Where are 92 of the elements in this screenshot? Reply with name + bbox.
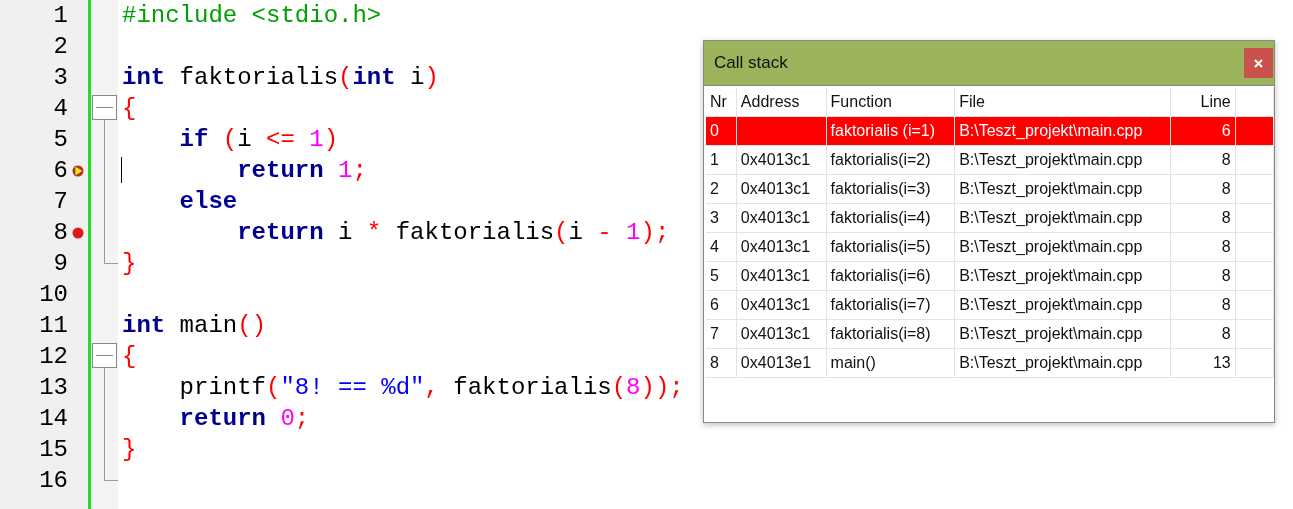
table-cell: faktorialis(i=7) (830, 296, 931, 313)
table-cell: B:\Teszt_projekt\main.cpp (959, 122, 1143, 139)
code-line: if (i <= 1) (178, 125, 339, 155)
current-line-arrow-icon[interactable] (72, 164, 84, 177)
table-cell: B:\Teszt_projekt\main.cpp (959, 238, 1143, 255)
table-cell: 4 (710, 238, 719, 255)
table-cell: B:\Teszt_projekt\main.cpp (959, 354, 1143, 371)
call-stack-row[interactable]: 6 0x4013c1 faktorialis(i=7) B:\Teszt_projekt\main.cpp 8 (706, 290, 1274, 320)
line-number: 14 (38, 405, 68, 432)
table-cell: faktorialis(i=8) (830, 325, 931, 342)
column-header[interactable]: Nr (706, 88, 737, 117)
call-stack-row[interactable]: 4 0x4013c1 faktorialis(i=5) B:\Teszt_projekt\main.cpp 8 (706, 232, 1274, 262)
table-cell: B:\Teszt_projekt\main.cpp (959, 180, 1143, 197)
code-line: return 1; (236, 156, 367, 186)
call-stack-row[interactable]: 3 0x4013c1 faktorialis(i=4) B:\Teszt_projekt\main.cpp 8 (706, 203, 1274, 233)
table-cell: faktorialis(i=6) (830, 267, 931, 284)
table-cell: 0x4013c1 (740, 151, 811, 168)
line-number: 9 (52, 250, 68, 277)
code-line: int faktorialis(int i) (121, 63, 439, 93)
table-cell: 1 (710, 151, 719, 168)
line-number: 3 (52, 64, 68, 91)
code-line: return 0; (178, 404, 310, 434)
call-stack-row[interactable]: 5 0x4013c1 faktorialis(i=6) B:\Teszt_projekt\main.cpp 8 (706, 261, 1274, 291)
line-number: 4 (52, 95, 68, 122)
table-cell: faktorialis(i=3) (830, 180, 931, 197)
code-line: } (121, 249, 137, 279)
code-line: int main() (121, 311, 267, 341)
code-line: else (178, 187, 238, 217)
close-button[interactable] (1244, 48, 1273, 78)
call-stack-row[interactable]: 8 0x4013e1 main() B:\Teszt_projekt\main.cpp 13 (706, 348, 1274, 378)
table-cell: 8 (1221, 296, 1231, 313)
table-cell: 8 (1221, 180, 1231, 197)
column-header[interactable]: Address (736, 88, 827, 117)
call-stack-row[interactable]: 7 0x4013c1 faktorialis(i=8) B:\Teszt_projekt\main.cpp 8 (706, 319, 1274, 349)
column-header[interactable]: File (954, 88, 1171, 117)
table-cell: 5 (710, 267, 719, 284)
table-cell: B:\Teszt_projekt\main.cpp (959, 296, 1143, 313)
table-cell: 0x4013c1 (740, 325, 811, 342)
call-stack-row[interactable]: 2 0x4013c1 faktorialis(i=3) B:\Teszt_projekt\main.cpp 8 (706, 174, 1274, 204)
code-line: { (121, 342, 137, 372)
line-number: 13 (38, 374, 68, 401)
table-cell: 3 (710, 209, 719, 226)
table-cell: faktorialis (i=1) (830, 122, 936, 139)
breakpoint-icon[interactable] (72, 226, 84, 239)
table-cell: B:\Teszt_projekt\main.cpp (959, 209, 1143, 226)
code-line: printf("8! == %d", faktorialis(8)); (178, 373, 684, 403)
table-cell: 8 (1221, 209, 1231, 226)
line-number: 2 (52, 33, 68, 60)
line-number: 5 (52, 126, 68, 153)
table-cell: 6 (1221, 122, 1231, 139)
table-cell: 6 (710, 296, 719, 313)
line-number: 12 (38, 343, 68, 370)
column-header[interactable]: Function (826, 88, 955, 117)
table-cell: 0x4013c1 (740, 238, 811, 255)
call-stack-row[interactable]: 1 0x4013c1 faktorialis(i=2) B:\Teszt_projekt\main.cpp 8 (706, 145, 1274, 175)
table-cell: 0x4013e1 (740, 354, 812, 371)
close-icon (1254, 58, 1263, 68)
table-cell: 8 (1221, 325, 1231, 342)
code-line: return i * faktorialis(i - 1); (236, 218, 670, 248)
table-cell: B:\Teszt_projekt\main.cpp (959, 151, 1143, 168)
table-cell: 0x4013c1 (740, 209, 811, 226)
column-header[interactable]: Line (1170, 88, 1236, 117)
table-cell: 8 (1221, 151, 1231, 168)
table-cell: 0x4013c1 (740, 180, 811, 197)
call-stack-row[interactable]: 0 faktorialis (i=1) B:\Teszt_projekt\main.cpp 6 (706, 116, 1274, 146)
code-line: } (121, 435, 137, 465)
table-cell: 2 (710, 180, 719, 197)
line-number: 15 (38, 436, 68, 463)
window-title: Call stack (714, 53, 788, 73)
code-line: { (121, 94, 137, 124)
table-cell: 0x4013c1 (740, 267, 811, 284)
line-number: 6 (52, 157, 68, 184)
line-number: 7 (52, 188, 68, 215)
line-number: 1 (52, 2, 68, 29)
table-cell: B:\Teszt_projekt\main.cpp (959, 267, 1143, 284)
line-number: 11 (38, 312, 68, 339)
table-cell: 0x4013c1 (740, 296, 811, 313)
line-number: 8 (52, 219, 68, 246)
table-cell: main() (830, 354, 876, 371)
line-number: 16 (38, 467, 68, 494)
table-cell: 7 (710, 325, 719, 342)
table-cell: faktorialis(i=4) (830, 209, 931, 226)
table-cell: 8 (1221, 238, 1231, 255)
table-cell: faktorialis(i=5) (830, 238, 931, 255)
table-cell: 8 (710, 354, 719, 371)
table-cell: 0 (710, 122, 719, 139)
line-number: 10 (38, 281, 68, 308)
table-cell: 8 (1221, 267, 1231, 284)
table-cell: 13 (1212, 354, 1231, 371)
code-line: #include <stdio.h> (121, 1, 382, 31)
table-cell: B:\Teszt_projekt\main.cpp (959, 325, 1143, 342)
table-cell: faktorialis(i=2) (830, 151, 931, 168)
